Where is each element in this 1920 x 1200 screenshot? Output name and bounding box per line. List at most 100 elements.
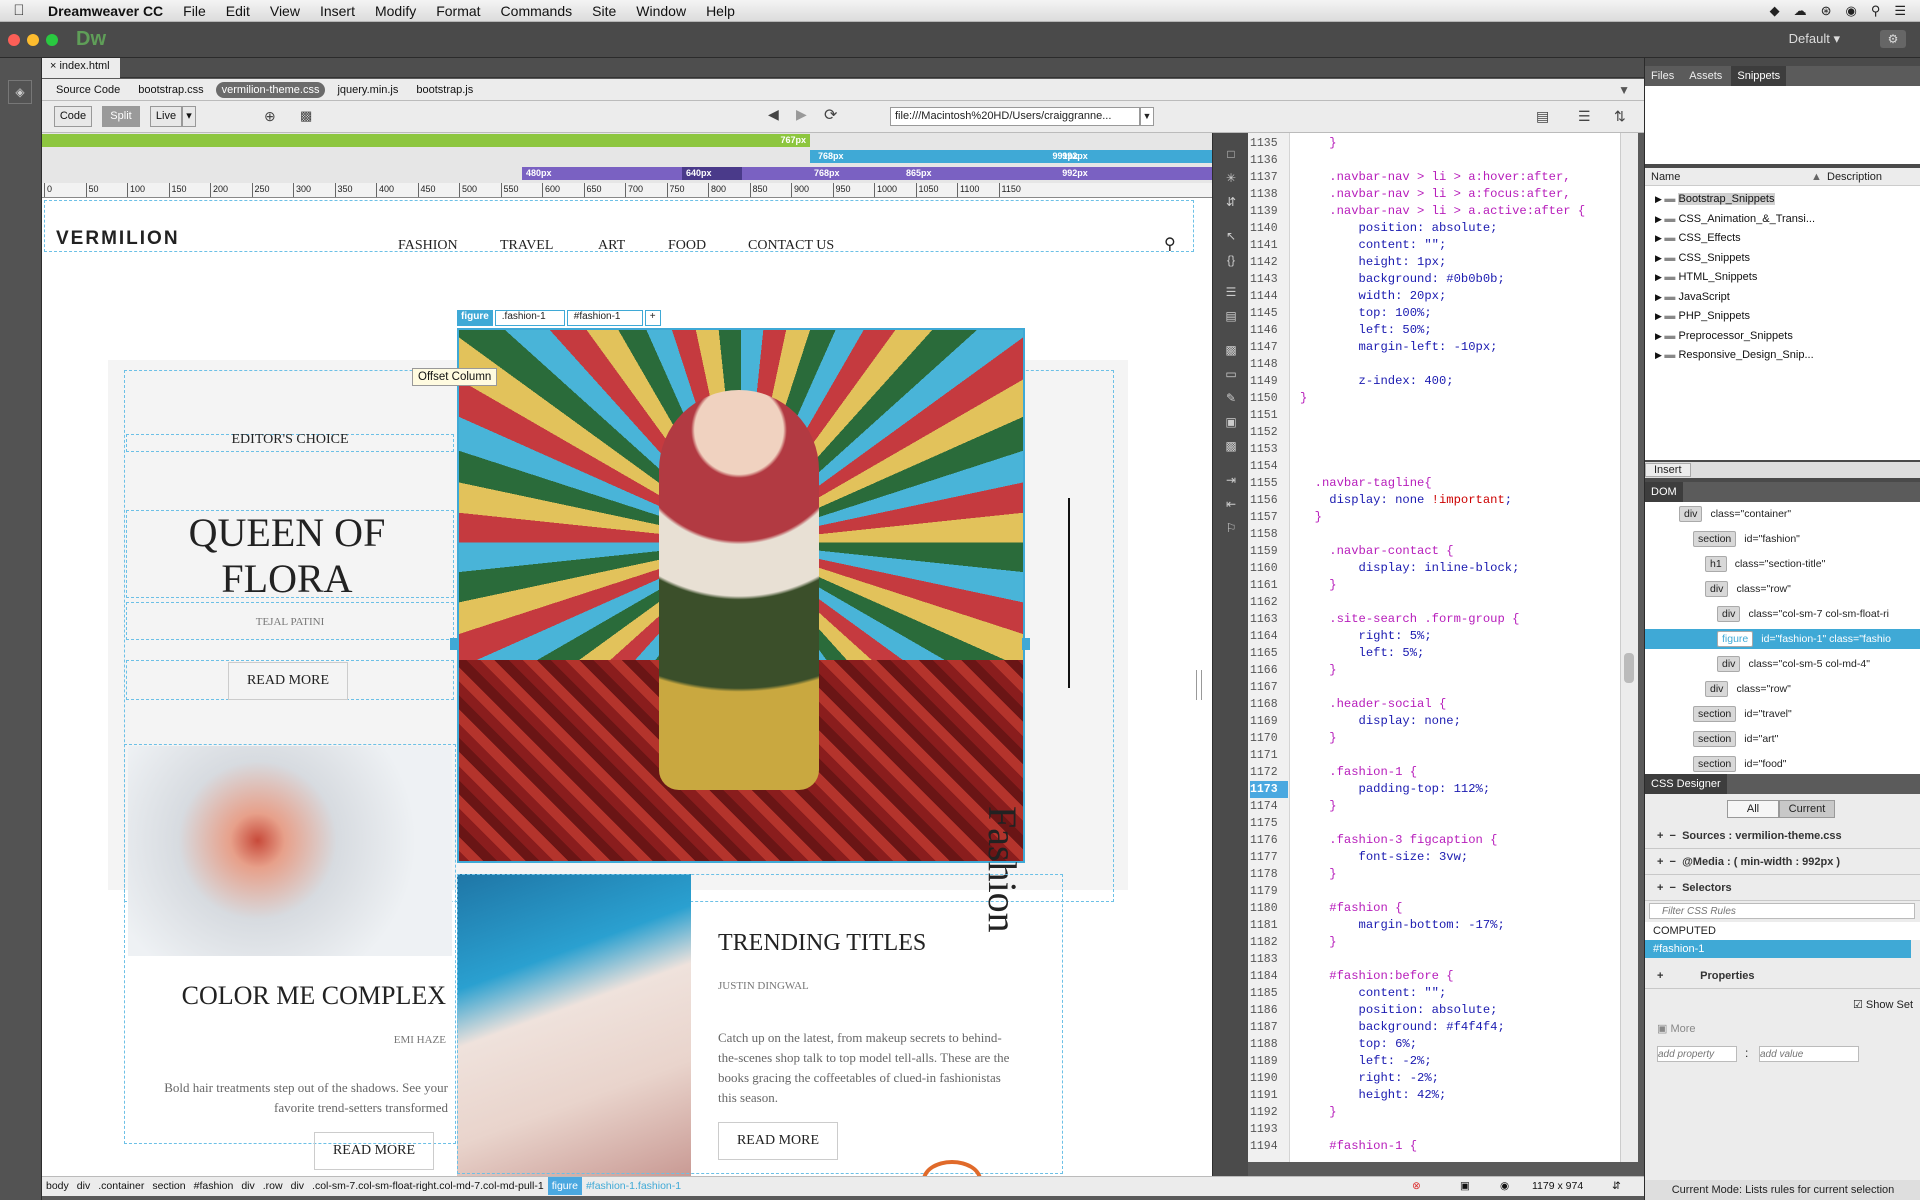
code-line[interactable]: content: "";	[1300, 985, 1447, 1002]
window-size[interactable]: 1179 x 974	[1532, 1177, 1583, 1195]
code-line[interactable]: .navbar-nav > li > a.active:after {	[1300, 203, 1585, 220]
code-line[interactable]: margin-bottom: -17%;	[1300, 917, 1505, 934]
breadcrumb-item[interactable]: #fashion-1.fashion-1	[582, 1177, 685, 1195]
nav-food[interactable]: FOOD	[668, 238, 706, 254]
open-documents-icon[interactable]: □	[1223, 147, 1239, 161]
split-view-button[interactable]: Split	[102, 106, 140, 127]
more-properties[interactable]: ▣ More	[1657, 1022, 1696, 1035]
code-line[interactable]: height: 42%;	[1300, 1087, 1447, 1104]
move-css-icon[interactable]: ▩	[1223, 439, 1239, 453]
code-line[interactable]: font-size: 3vw;	[1300, 849, 1469, 866]
dom-node[interactable]: figure id="fashion-1" class="fashio	[1645, 629, 1920, 649]
code-line[interactable]: background: #0b0b0b;	[1300, 271, 1505, 288]
code-line[interactable]: left: 50%;	[1300, 322, 1432, 339]
expand-arrow-icon[interactable]: ▶	[1655, 253, 1664, 263]
code-line[interactable]: left: 5%;	[1300, 645, 1425, 662]
tab-index-html[interactable]: × index.html	[42, 58, 120, 78]
balance-braces-icon[interactable]: {}	[1223, 253, 1239, 267]
breadcrumb-item[interactable]: div	[237, 1177, 258, 1195]
element-id[interactable]: #fashion-1	[566, 310, 643, 326]
expand-arrow-icon[interactable]: ▶	[1655, 311, 1664, 321]
snippet-folder[interactable]: ▶ ▬ Bootstrap_Snippets	[1655, 190, 1775, 209]
globe-icon[interactable]: ◉	[1500, 1177, 1509, 1195]
add-value-input[interactable]	[1759, 1046, 1859, 1062]
highlight-invalid-icon[interactable]: ▤	[1223, 309, 1239, 323]
refresh-icon[interactable]: ⟳	[824, 105, 837, 125]
remove-comment-icon[interactable]: ▭	[1223, 367, 1239, 381]
code-scroll-thumb[interactable]	[1624, 653, 1634, 683]
code-line[interactable]: display: none;	[1300, 713, 1461, 730]
code-view[interactable]: 1135 1136 1137 1138 1139 1140 1141 1142 1143 1144…	[1248, 133, 1620, 1162]
breadcrumb-item[interactable]: figure	[547, 1177, 582, 1195]
element-class[interactable]: .fashion-1	[494, 310, 565, 326]
search-icon[interactable]: ⚲	[1164, 234, 1176, 254]
nav-contact[interactable]: CONTACT US	[748, 238, 834, 254]
column-name[interactable]: Name	[1651, 168, 1680, 186]
related-vermilion-theme-css[interactable]: vermilion-theme.css	[215, 81, 326, 98]
code-line[interactable]: }	[1300, 135, 1336, 152]
dom-node[interactable]: div class="col-sm-5 col-md-4"	[1717, 654, 1920, 674]
nav-fashion[interactable]: FASHION	[398, 238, 458, 254]
expand-arrow-icon[interactable]: ▶	[1655, 233, 1664, 243]
wifi-icon[interactable]: ◉	[1845, 3, 1856, 19]
breadcrumb-item[interactable]: .container	[94, 1177, 148, 1195]
code-line[interactable]: .site-search .form-group {	[1300, 611, 1519, 628]
apple-icon[interactable]: 	[0, 2, 38, 19]
dropbox-icon[interactable]: ◆	[1770, 3, 1780, 19]
snippet-folder[interactable]: ▶ ▬ CSS_Snippets	[1655, 249, 1750, 268]
menu-help[interactable]: Help	[696, 3, 745, 19]
indent-icon[interactable]: ⇥	[1223, 473, 1239, 487]
dom-node[interactable]: section id="art"	[1693, 729, 1920, 749]
color-me-complex-image[interactable]	[128, 746, 452, 956]
code-line[interactable]: .navbar-nav > li > a:hover:after,	[1300, 169, 1570, 186]
menu-site[interactable]: Site	[582, 3, 626, 19]
snippet-folder[interactable]: ▶ ▬ JavaScript	[1655, 288, 1730, 307]
expand-icon[interactable]: ⇵	[1223, 195, 1239, 209]
snippet-folder[interactable]: ▶ ▬ Responsive_Design_Snip...	[1655, 346, 1814, 365]
device-preview-icon[interactable]: ▣	[1460, 1177, 1470, 1195]
code-line[interactable]: }	[1300, 1104, 1336, 1121]
code-line[interactable]: #fashion:before {	[1300, 968, 1453, 985]
mq-768b[interactable]: 768px	[810, 167, 870, 180]
forward-arrow-icon[interactable]: ▶	[796, 106, 807, 123]
code-line[interactable]: .fashion-1 {	[1300, 764, 1417, 781]
layout-icon[interactable]: ▤	[1536, 108, 1549, 125]
minimize-window-button[interactable]	[27, 34, 39, 46]
breadcrumb-item[interactable]: .row	[259, 1177, 287, 1195]
live-view-button[interactable]: Live	[150, 106, 182, 127]
file-management-icon[interactable]: ✳	[1223, 171, 1239, 185]
expand-arrow-icon[interactable]: ▶	[1655, 331, 1664, 341]
menu-file[interactable]: File	[173, 3, 216, 19]
tab-assets[interactable]: Assets	[1683, 66, 1728, 86]
code-line[interactable]: #fashion {	[1300, 900, 1402, 917]
expand-arrow-icon[interactable]: ▶	[1655, 194, 1664, 204]
layers-icon[interactable]: ◈	[8, 80, 32, 104]
dom-node[interactable]: section id="fashion"	[1693, 529, 1920, 549]
breadcrumb-item[interactable]: section	[148, 1177, 189, 1195]
breadcrumb-item[interactable]: .col-sm-7.col-sm-float-right.col-md-7.co…	[308, 1177, 548, 1195]
related-jquery-js[interactable]: jquery.min.js	[331, 82, 404, 98]
code-view-button[interactable]: Code	[54, 106, 92, 127]
add-property-input[interactable]	[1657, 1046, 1737, 1062]
code-line[interactable]: right: -2%;	[1300, 1070, 1439, 1087]
line-numbers-icon[interactable]: ☰	[1223, 285, 1239, 299]
breadcrumb-item[interactable]: div	[73, 1177, 94, 1195]
related-bootstrap-js[interactable]: bootstrap.js	[410, 82, 479, 98]
expand-arrow-icon[interactable]: ▶	[1655, 272, 1664, 282]
spotlight-icon[interactable]: ⚲	[1871, 3, 1881, 19]
sync-settings-icon[interactable]: ⚙	[1880, 30, 1906, 48]
recent-snippets-icon[interactable]: ▣	[1223, 415, 1239, 429]
code-line[interactable]: }	[1300, 577, 1336, 594]
code-line[interactable]: top: 100%;	[1300, 305, 1432, 322]
breadcrumb-item[interactable]: div	[287, 1177, 308, 1195]
code-line[interactable]: .navbar-tagline{	[1300, 475, 1432, 492]
menu-app-name[interactable]: Dreamweaver CC	[38, 3, 173, 19]
code-line[interactable]: height: 1px;	[1300, 254, 1447, 271]
fashion-1-figure[interactable]	[457, 328, 1025, 863]
properties-section[interactable]: + Properties	[1645, 964, 1920, 989]
code-line[interactable]: width: 20px;	[1300, 288, 1447, 305]
tab-insert[interactable]: Insert	[1645, 463, 1691, 477]
snippet-folder[interactable]: ▶ ▬ CSS_Effects	[1655, 229, 1741, 248]
code-line[interactable]: }	[1300, 866, 1336, 883]
code-line[interactable]: }	[1300, 730, 1336, 747]
